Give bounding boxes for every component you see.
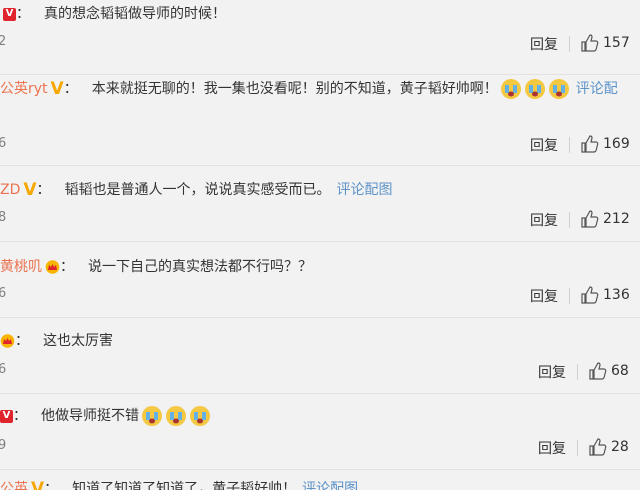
thumbs-up-icon bbox=[581, 34, 599, 52]
comment-line: 公英 V ： 知道了知道了知道了，黄子韬好帅！ 评论配图 bbox=[0, 478, 358, 490]
divider bbox=[569, 137, 570, 153]
crying-face-icon bbox=[166, 406, 186, 426]
comment-item: V ： 真的想念韬韬做导师的时候！ 2 回复 157 bbox=[0, 0, 640, 75]
like-count: 136 bbox=[603, 287, 630, 303]
like-button[interactable]: 68 bbox=[589, 362, 629, 380]
thumbs-up-icon bbox=[589, 438, 607, 456]
comment-text: 韬韬也是普通人一个，说说真实感受而已。 bbox=[64, 182, 331, 198]
comment-item: ZD V ： 韬韬也是普通人一个，说说真实感受而已。 评论配图 8 回复 212 bbox=[0, 166, 640, 241]
comment-item: 公英 V ： 知道了知道了知道了，黄子韬好帅！ 评论配图 bbox=[0, 470, 640, 490]
like-count: 157 bbox=[603, 35, 630, 51]
comment-line: V ： 他做导师挺不错 bbox=[0, 405, 211, 427]
comment-text: 本来就挺无聊的！我一集也没看呢！别的不知道，黄子韬好帅啊！ bbox=[91, 81, 498, 97]
comment-date: 8 bbox=[0, 210, 7, 225]
like-button[interactable]: 28 bbox=[589, 438, 629, 456]
v-badge-icon: V bbox=[3, 7, 16, 21]
v-badge-icon: V bbox=[0, 409, 13, 423]
reply-button[interactable]: 回复 bbox=[530, 286, 558, 306]
crying-face-icon bbox=[548, 79, 569, 99]
crying-face-icon bbox=[142, 406, 162, 426]
comment-item: V ： 他做导师挺不错 9 回复 28 bbox=[0, 394, 640, 469]
comment-item: 公英ryt V ： 本来就挺无聊的！我一集也没看呢！别的不知道，黄子韬好帅啊！ … bbox=[0, 75, 640, 166]
like-button[interactable]: 169 bbox=[581, 135, 630, 153]
username[interactable]: ZD bbox=[0, 179, 20, 201]
comment-line: ： 这也太厉害 bbox=[0, 330, 113, 352]
comment-item: ： 这也太厉害 6 回复 68 bbox=[0, 318, 640, 393]
crying-face-icon bbox=[190, 406, 210, 426]
comment-pic-link[interactable]: 评论配图 bbox=[337, 179, 393, 201]
comment-date: 6 bbox=[0, 286, 7, 301]
like-count: 212 bbox=[603, 211, 630, 227]
v-badge-icon: V bbox=[31, 479, 45, 490]
comment-line: 黄桃叽 ： 说一下自己的真实想法都不行吗？？ bbox=[0, 256, 312, 278]
like-count: 28 bbox=[611, 439, 629, 455]
thumbs-up-icon bbox=[581, 210, 599, 228]
comment-pic-link[interactable]: 评论配图 bbox=[302, 478, 358, 490]
crown-icon bbox=[0, 334, 15, 348]
comment-date: 6 bbox=[0, 136, 7, 151]
thumbs-up-icon bbox=[589, 362, 607, 380]
comment-text: 这也太厉害 bbox=[43, 333, 113, 349]
comment-line: V ： 真的想念韬韬做导师的时候！ bbox=[0, 3, 226, 25]
reply-button[interactable]: 回复 bbox=[530, 34, 558, 54]
comment-item: 黄桃叽 ： 说一下自己的真实想法都不行吗？？ 6 回复 136 bbox=[0, 242, 640, 317]
reply-button[interactable]: 回复 bbox=[538, 362, 566, 382]
crying-face-icon bbox=[524, 79, 545, 99]
comment-text: 真的想念韬韬做导师的时候！ bbox=[44, 6, 226, 22]
divider bbox=[577, 364, 578, 380]
comment-line: ZD V ： 韬韬也是普通人一个，说说真实感受而已。 评论配图 bbox=[0, 179, 393, 201]
comment-text: 他做导师挺不错 bbox=[41, 408, 139, 424]
reply-button[interactable]: 回复 bbox=[530, 210, 558, 230]
username[interactable]: 公英 bbox=[0, 478, 28, 490]
comment-pic-link[interactable]: 评论配 bbox=[576, 78, 618, 100]
crown-icon bbox=[45, 260, 60, 274]
divider bbox=[569, 288, 570, 304]
comment-date: 2 bbox=[0, 34, 7, 49]
like-button[interactable]: 136 bbox=[581, 286, 630, 304]
divider bbox=[577, 440, 578, 456]
v-badge-icon: V bbox=[23, 180, 37, 200]
like-button[interactable]: 212 bbox=[581, 210, 630, 228]
divider bbox=[569, 212, 570, 228]
thumbs-up-icon bbox=[581, 286, 599, 304]
comment-date: 9 bbox=[0, 438, 7, 453]
v-badge-icon: V bbox=[50, 79, 64, 99]
comment-line: 公英ryt V ： 本来就挺无聊的！我一集也没看呢！别的不知道，黄子韬好帅啊！ … bbox=[0, 78, 618, 100]
comment-text: 知道了知道了知道了，黄子韬好帅！ bbox=[72, 481, 297, 490]
thumbs-up-icon bbox=[581, 135, 599, 153]
comment-text: 说一下自己的真实想法都不行吗？？ bbox=[88, 259, 312, 275]
comment-date: 6 bbox=[0, 362, 7, 377]
username[interactable]: 黄桃叽 bbox=[0, 256, 42, 278]
reply-button[interactable]: 回复 bbox=[538, 438, 566, 458]
crying-face-icon bbox=[500, 79, 521, 99]
like-count: 169 bbox=[603, 136, 630, 152]
divider bbox=[569, 36, 570, 52]
username[interactable]: 公英ryt bbox=[0, 78, 48, 100]
reply-button[interactable]: 回复 bbox=[530, 135, 558, 155]
like-button[interactable]: 157 bbox=[581, 34, 630, 52]
like-count: 68 bbox=[611, 363, 629, 379]
